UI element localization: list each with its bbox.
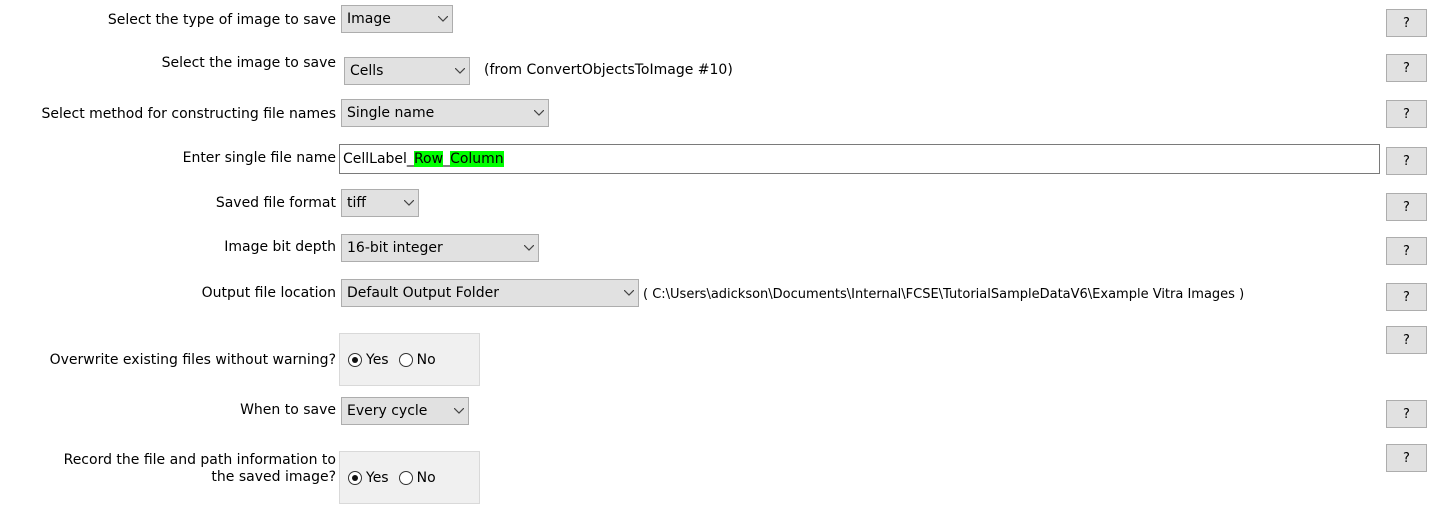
chevron-down-icon — [520, 234, 538, 262]
overwrite-yes-radio[interactable]: Yes — [348, 352, 389, 368]
chevron-down-icon — [530, 99, 548, 127]
record-path-label-line2: the saved image? — [211, 469, 336, 485]
chevron-down-icon — [400, 189, 418, 217]
chevron-down-icon — [434, 5, 452, 33]
file-name-text: CellLabel_ — [343, 151, 414, 167]
file-naming-method-value: Single name — [347, 105, 435, 121]
chevron-down-icon — [450, 397, 468, 425]
help-button-file-format[interactable]: ? — [1386, 193, 1427, 221]
image-type-select[interactable]: Image — [341, 5, 453, 33]
overwrite-yes-label: Yes — [366, 351, 389, 368]
overwrite-no-label: No — [416, 351, 436, 368]
file-naming-method-select[interactable]: Single name — [341, 99, 549, 127]
help-button-image-name[interactable]: ? — [1386, 54, 1427, 82]
image-name-label: Select the image to save — [161, 55, 336, 71]
image-type-value: Image — [347, 11, 391, 27]
image-name-select[interactable]: Cells — [344, 57, 470, 85]
chevron-down-icon — [451, 57, 469, 85]
help-button-file-naming[interactable]: ? — [1386, 100, 1427, 128]
image-name-value: Cells — [350, 63, 384, 79]
metadata-tag-row[interactable]: Row — [413, 151, 444, 167]
when-to-save-value: Every cycle — [347, 403, 428, 419]
output-location-label: Output file location — [201, 285, 336, 301]
overwrite-label: Overwrite existing files without warning… — [49, 352, 336, 368]
record-path-yes-radio[interactable]: Yes — [348, 470, 389, 486]
metadata-tag-column[interactable]: Column — [450, 151, 504, 167]
bit-depth-label: Image bit depth — [224, 239, 336, 255]
help-button-bit-depth[interactable]: ? — [1386, 237, 1427, 265]
help-button-overwrite[interactable]: ? — [1386, 326, 1427, 354]
output-path-note: ( C:\Users\adickson\Documents\Internal\F… — [643, 287, 1245, 302]
image-type-label: Select the type of image to save — [107, 12, 336, 28]
single-file-name-label: Enter single file name — [182, 150, 336, 166]
chevron-down-icon — [620, 279, 638, 307]
file-naming-method-label: Select method for constructing file name… — [41, 106, 336, 122]
record-path-yes-label: Yes — [366, 469, 389, 486]
record-path-label: Record the file and path information to … — [6, 452, 336, 486]
output-location-value: Default Output Folder — [347, 285, 499, 301]
file-format-select[interactable]: tiff — [341, 189, 419, 217]
output-location-select[interactable]: Default Output Folder — [341, 279, 639, 307]
help-button-single-file-name[interactable]: ? — [1386, 147, 1427, 175]
file-format-value: tiff — [347, 195, 367, 211]
record-path-no-label: No — [416, 469, 436, 486]
bit-depth-select[interactable]: 16-bit integer — [341, 234, 539, 262]
image-source-note: (from ConvertObjectsToImage #10) — [484, 62, 733, 78]
record-path-radio-group: Yes No — [339, 451, 480, 504]
help-button-when-to-save[interactable]: ? — [1386, 400, 1427, 428]
help-button-image-type[interactable]: ? — [1386, 9, 1427, 37]
file-format-label: Saved file format — [215, 195, 336, 211]
help-button-record-path[interactable]: ? — [1386, 444, 1427, 472]
radio-unselected-icon — [398, 470, 413, 485]
when-to-save-select[interactable]: Every cycle — [341, 397, 469, 425]
single-file-name-input[interactable]: CellLabel_ Row _ Column — [339, 144, 1380, 174]
radio-unselected-icon — [398, 352, 413, 367]
radio-selected-icon — [348, 352, 362, 367]
bit-depth-value: 16-bit integer — [347, 240, 443, 256]
record-path-label-line1: Record the file and path information to — [63, 452, 336, 468]
file-name-separator: _ — [443, 151, 451, 167]
when-to-save-label: When to save — [240, 402, 336, 418]
overwrite-radio-group: Yes No — [339, 333, 480, 386]
record-path-no-radio[interactable]: No — [398, 469, 436, 486]
radio-selected-icon — [348, 470, 362, 485]
help-button-output-location[interactable]: ? — [1386, 283, 1427, 311]
overwrite-no-radio[interactable]: No — [398, 351, 436, 368]
